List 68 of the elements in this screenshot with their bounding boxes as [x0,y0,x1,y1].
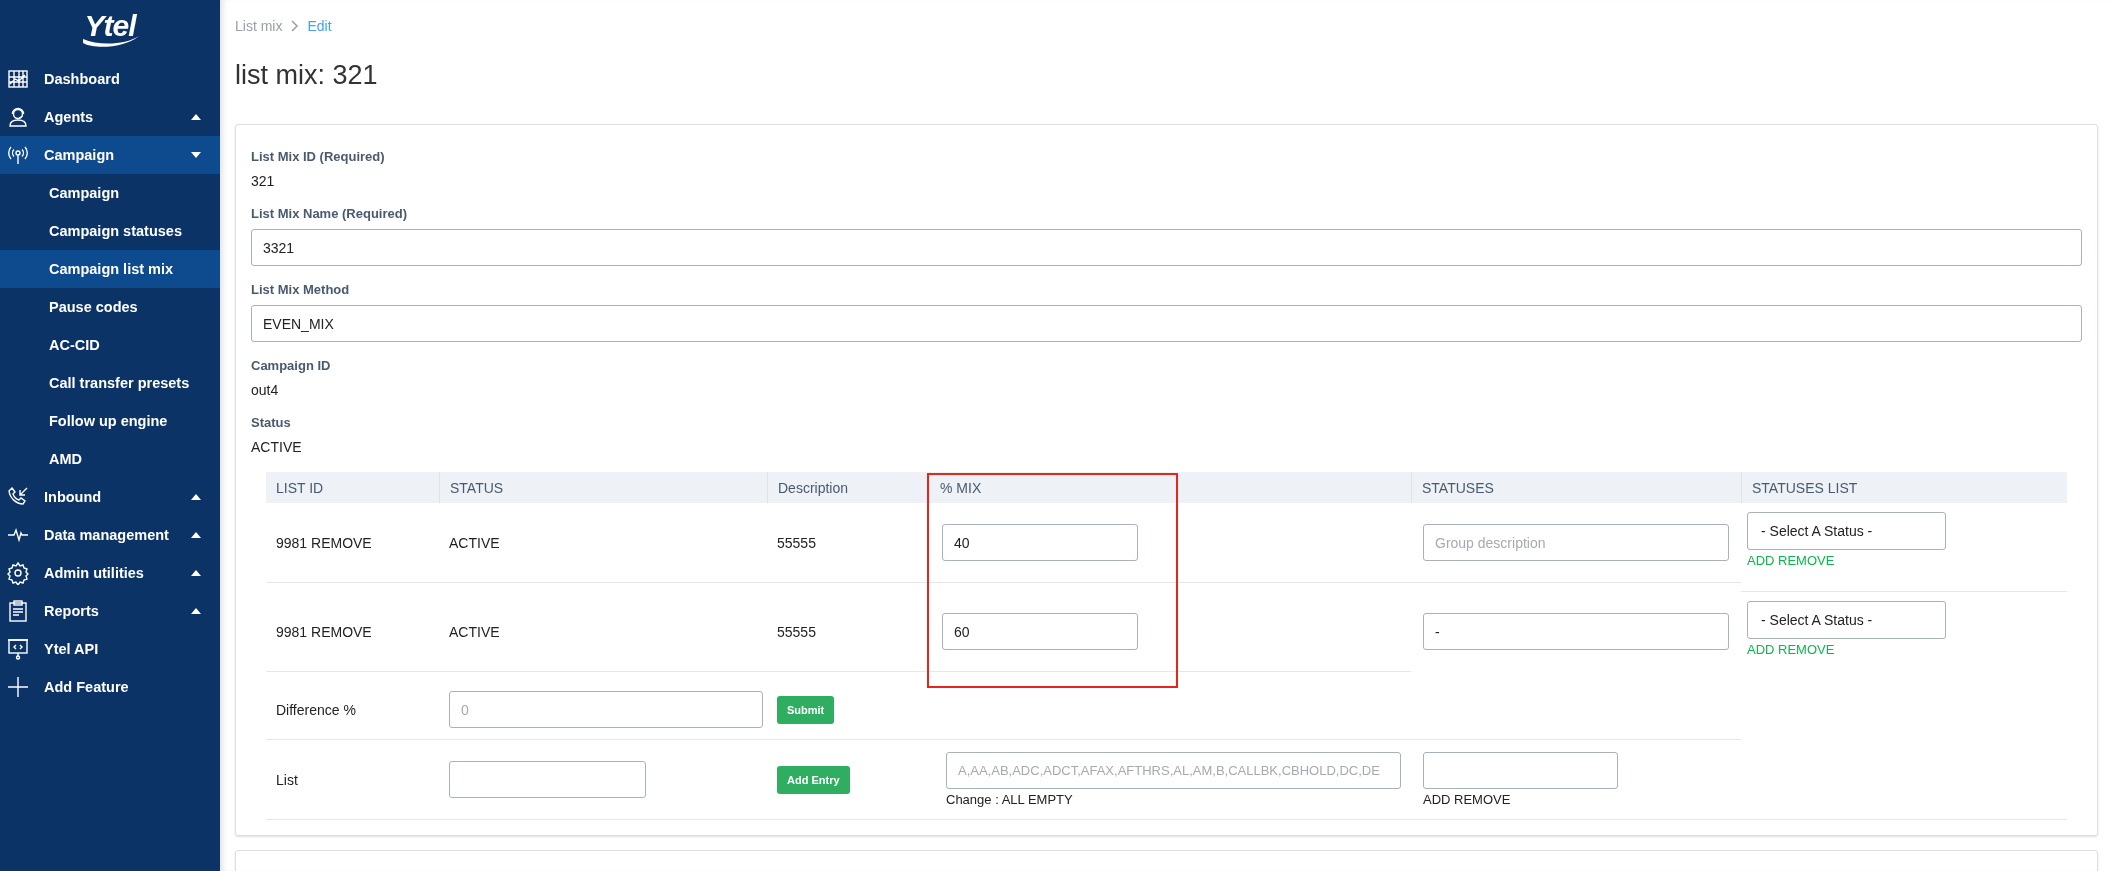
column-header: Description [767,472,929,503]
caret-icon[interactable] [190,493,202,501]
field-label: List Mix ID (Required) [251,149,385,164]
list-input[interactable] [449,761,646,798]
plus-icon [6,675,30,699]
chart-grid-icon [6,67,30,91]
field-label: Status [251,415,291,430]
nav-item[interactable]: Data management [0,516,220,554]
table-cell: ACTIVE [449,534,500,551]
chevron-right-icon [290,20,300,32]
status-select[interactable]: - Select A Status - [1747,512,1946,550]
column-header: % MIX [929,472,1411,503]
text-field[interactable]: 3321 [251,229,2082,266]
add-remove-label: ADD REMOVE [1423,792,1511,807]
status-input[interactable] [1423,752,1618,789]
code-board-icon [6,637,30,661]
clipboard-icon [6,599,30,623]
column-header: STATUSES LIST [1741,472,2067,503]
nav-subitem[interactable]: AMD [0,440,220,478]
headset-person-icon [6,105,30,129]
field-value: out4 [251,382,279,398]
nav-subitem[interactable]: AC-CID [0,326,220,364]
change-note: Change : ALL EMPTY [946,792,1073,807]
caret-icon[interactable] [190,569,202,577]
column-header: STATUS [439,472,767,503]
table-cell: ACTIVE [449,623,500,640]
nav-item[interactable]: Campaign [0,136,220,174]
field-value: ACTIVE [251,439,302,455]
nav-subitem[interactable]: Pause codes [0,288,220,326]
nav-item[interactable]: Agents [0,98,220,136]
mix-input[interactable]: 40 [942,524,1138,561]
nav-subitem[interactable]: Follow up engine [0,402,220,440]
table-cell: 55555 [777,623,816,640]
settings-icon [6,561,30,585]
statuses-input[interactable]: - [1423,613,1729,650]
caret-icon[interactable] [190,607,202,615]
table-cell: 9981 REMOVE [276,534,372,551]
statuses-input[interactable]: Group description [1423,524,1729,561]
nav-item[interactable]: Reports [0,592,220,630]
caret-icon[interactable] [190,113,202,121]
nav-item[interactable]: Ytel API [0,630,220,668]
table-cell: 55555 [777,534,816,551]
difference-input[interactable]: 0 [449,691,763,728]
caret-icon[interactable] [190,151,202,159]
nav-item[interactable]: Add Feature [0,668,220,706]
caret-icon[interactable] [190,531,202,539]
nav-subitem[interactable]: Campaign list mix [0,250,220,288]
table-cell: 9981 REMOVE [276,623,372,640]
nav-item[interactable]: Inbound [0,478,220,516]
status-select[interactable]: - Select A Status - [1747,601,1946,639]
field-value: 321 [251,173,275,189]
nav-item[interactable]: Admin utilities [0,554,220,592]
nav-subitem[interactable]: Campaign [0,174,220,212]
nav-subitem[interactable]: Campaign statuses [0,212,220,250]
field-label: List Mix Name (Required) [251,206,408,221]
row-label: Difference % [276,701,356,718]
nav-subitem[interactable]: Call transfer presets [0,364,220,402]
row-label: List [276,771,298,788]
column-header: STATUSES [1411,472,1741,503]
status-codes-input[interactable]: A,AA,AB,ADC,ADCT,AFAX,AFTHRS,AL,AM,B,CALLBK,CBHOLD,DC,DE [946,752,1401,789]
nav-item[interactable]: Dashboard [0,60,220,98]
text-field[interactable]: EVEN_MIX [251,305,2082,342]
column-header: LIST ID [266,472,439,503]
ytel-logo[interactable]: Ytel [79,11,141,49]
field-label: Campaign ID [251,358,331,373]
page-title: list mix: 321 [235,59,379,92]
mix-input[interactable]: 60 [942,613,1138,650]
field-label: List Mix Method [251,282,350,297]
